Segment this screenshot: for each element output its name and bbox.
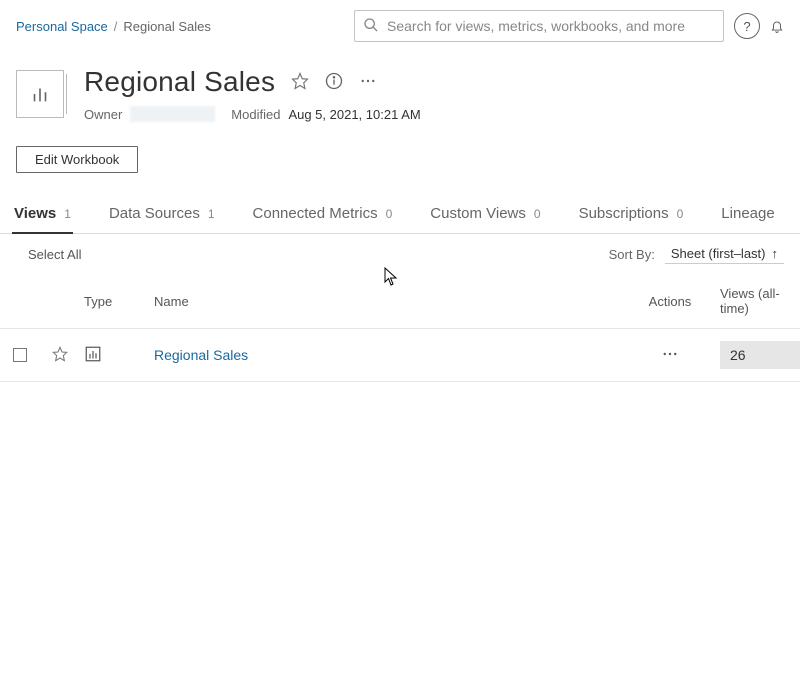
row-type-icon: [84, 350, 102, 366]
modified-value: Aug 5, 2021, 10:21 AM: [288, 107, 420, 122]
column-views[interactable]: Views (all-time): [710, 286, 800, 316]
star-icon: [291, 72, 309, 90]
workbook-header: Regional Sales: [0, 48, 800, 130]
tab-label: Subscriptions: [579, 205, 669, 222]
tab-subscriptions[interactable]: Subscriptions 0: [577, 197, 686, 233]
view-icon: [84, 345, 102, 363]
tab-count: 0: [677, 207, 684, 221]
sort-by-label: Sort By:: [609, 247, 655, 262]
info-icon: [325, 72, 343, 90]
table-row: Regional Sales 26: [0, 329, 800, 382]
page-title: Regional Sales: [84, 66, 275, 98]
bar-chart-icon: [29, 83, 51, 105]
sort-value: Sheet (first–last): [671, 246, 766, 261]
row-checkbox[interactable]: [13, 348, 27, 362]
tab-count: 0: [386, 207, 393, 221]
table-header: Type Name Actions Views (all-time): [0, 274, 800, 329]
tab-views[interactable]: Views 1: [12, 197, 73, 234]
row-name-link[interactable]: Regional Sales: [154, 347, 248, 363]
help-button[interactable]: ?: [734, 13, 760, 39]
tab-label: Views: [14, 205, 56, 222]
breadcrumb-parent[interactable]: Personal Space: [16, 19, 108, 34]
tab-label: Lineage: [721, 205, 774, 222]
tab-label: Connected Metrics: [253, 205, 378, 222]
search-icon: [363, 17, 379, 36]
modified-label: Modified: [231, 107, 280, 122]
tab-count: 1: [208, 207, 215, 221]
select-all-button[interactable]: Select All: [28, 247, 81, 262]
breadcrumb-current: Regional Sales: [123, 19, 210, 34]
search-box[interactable]: [354, 10, 724, 42]
owner-label: Owner: [84, 107, 122, 122]
tab-data-sources[interactable]: Data Sources 1: [107, 197, 217, 233]
row-views-value: 26: [720, 341, 800, 369]
star-icon: [52, 346, 68, 362]
top-bar: Personal Space / Regional Sales ?: [0, 0, 800, 48]
help-icon: ?: [743, 19, 750, 34]
tab-label: Custom Views: [430, 205, 526, 222]
info-button[interactable]: [325, 72, 343, 93]
sort-select[interactable]: Sheet (first–last) ↑: [665, 244, 784, 264]
owner-value-redacted: [130, 106, 215, 122]
workbook-actions: Edit Workbook: [0, 130, 800, 197]
tab-connected-metrics[interactable]: Connected Metrics 0: [251, 197, 395, 233]
row-favorite-button[interactable]: [52, 346, 68, 365]
tab-count: 1: [64, 207, 71, 221]
column-name[interactable]: Name: [150, 294, 630, 309]
column-actions: Actions: [630, 294, 710, 309]
workbook-icon: [16, 70, 64, 118]
edit-workbook-button[interactable]: Edit Workbook: [16, 146, 138, 173]
tab-label: Data Sources: [109, 205, 200, 222]
search-input[interactable]: [387, 18, 715, 34]
tabs: Views 1 Data Sources 1 Connected Metrics…: [0, 197, 800, 234]
favorite-button[interactable]: [291, 72, 309, 93]
tab-lineage[interactable]: Lineage: [719, 197, 776, 233]
tab-count: 0: [534, 207, 541, 221]
breadcrumb: Personal Space / Regional Sales: [16, 19, 211, 34]
more-actions-button[interactable]: [359, 72, 377, 93]
column-type[interactable]: Type: [80, 294, 150, 309]
sort-direction-icon: ↑: [772, 246, 779, 261]
tab-custom-views[interactable]: Custom Views 0: [428, 197, 542, 233]
more-icon: [359, 72, 377, 90]
row-actions-button[interactable]: [661, 345, 679, 366]
notifications-button[interactable]: [770, 15, 784, 37]
bell-icon: [770, 15, 784, 37]
breadcrumb-separator: /: [114, 19, 118, 34]
more-icon: [661, 345, 679, 363]
list-toolbar: Select All Sort By: Sheet (first–last) ↑: [0, 234, 800, 274]
